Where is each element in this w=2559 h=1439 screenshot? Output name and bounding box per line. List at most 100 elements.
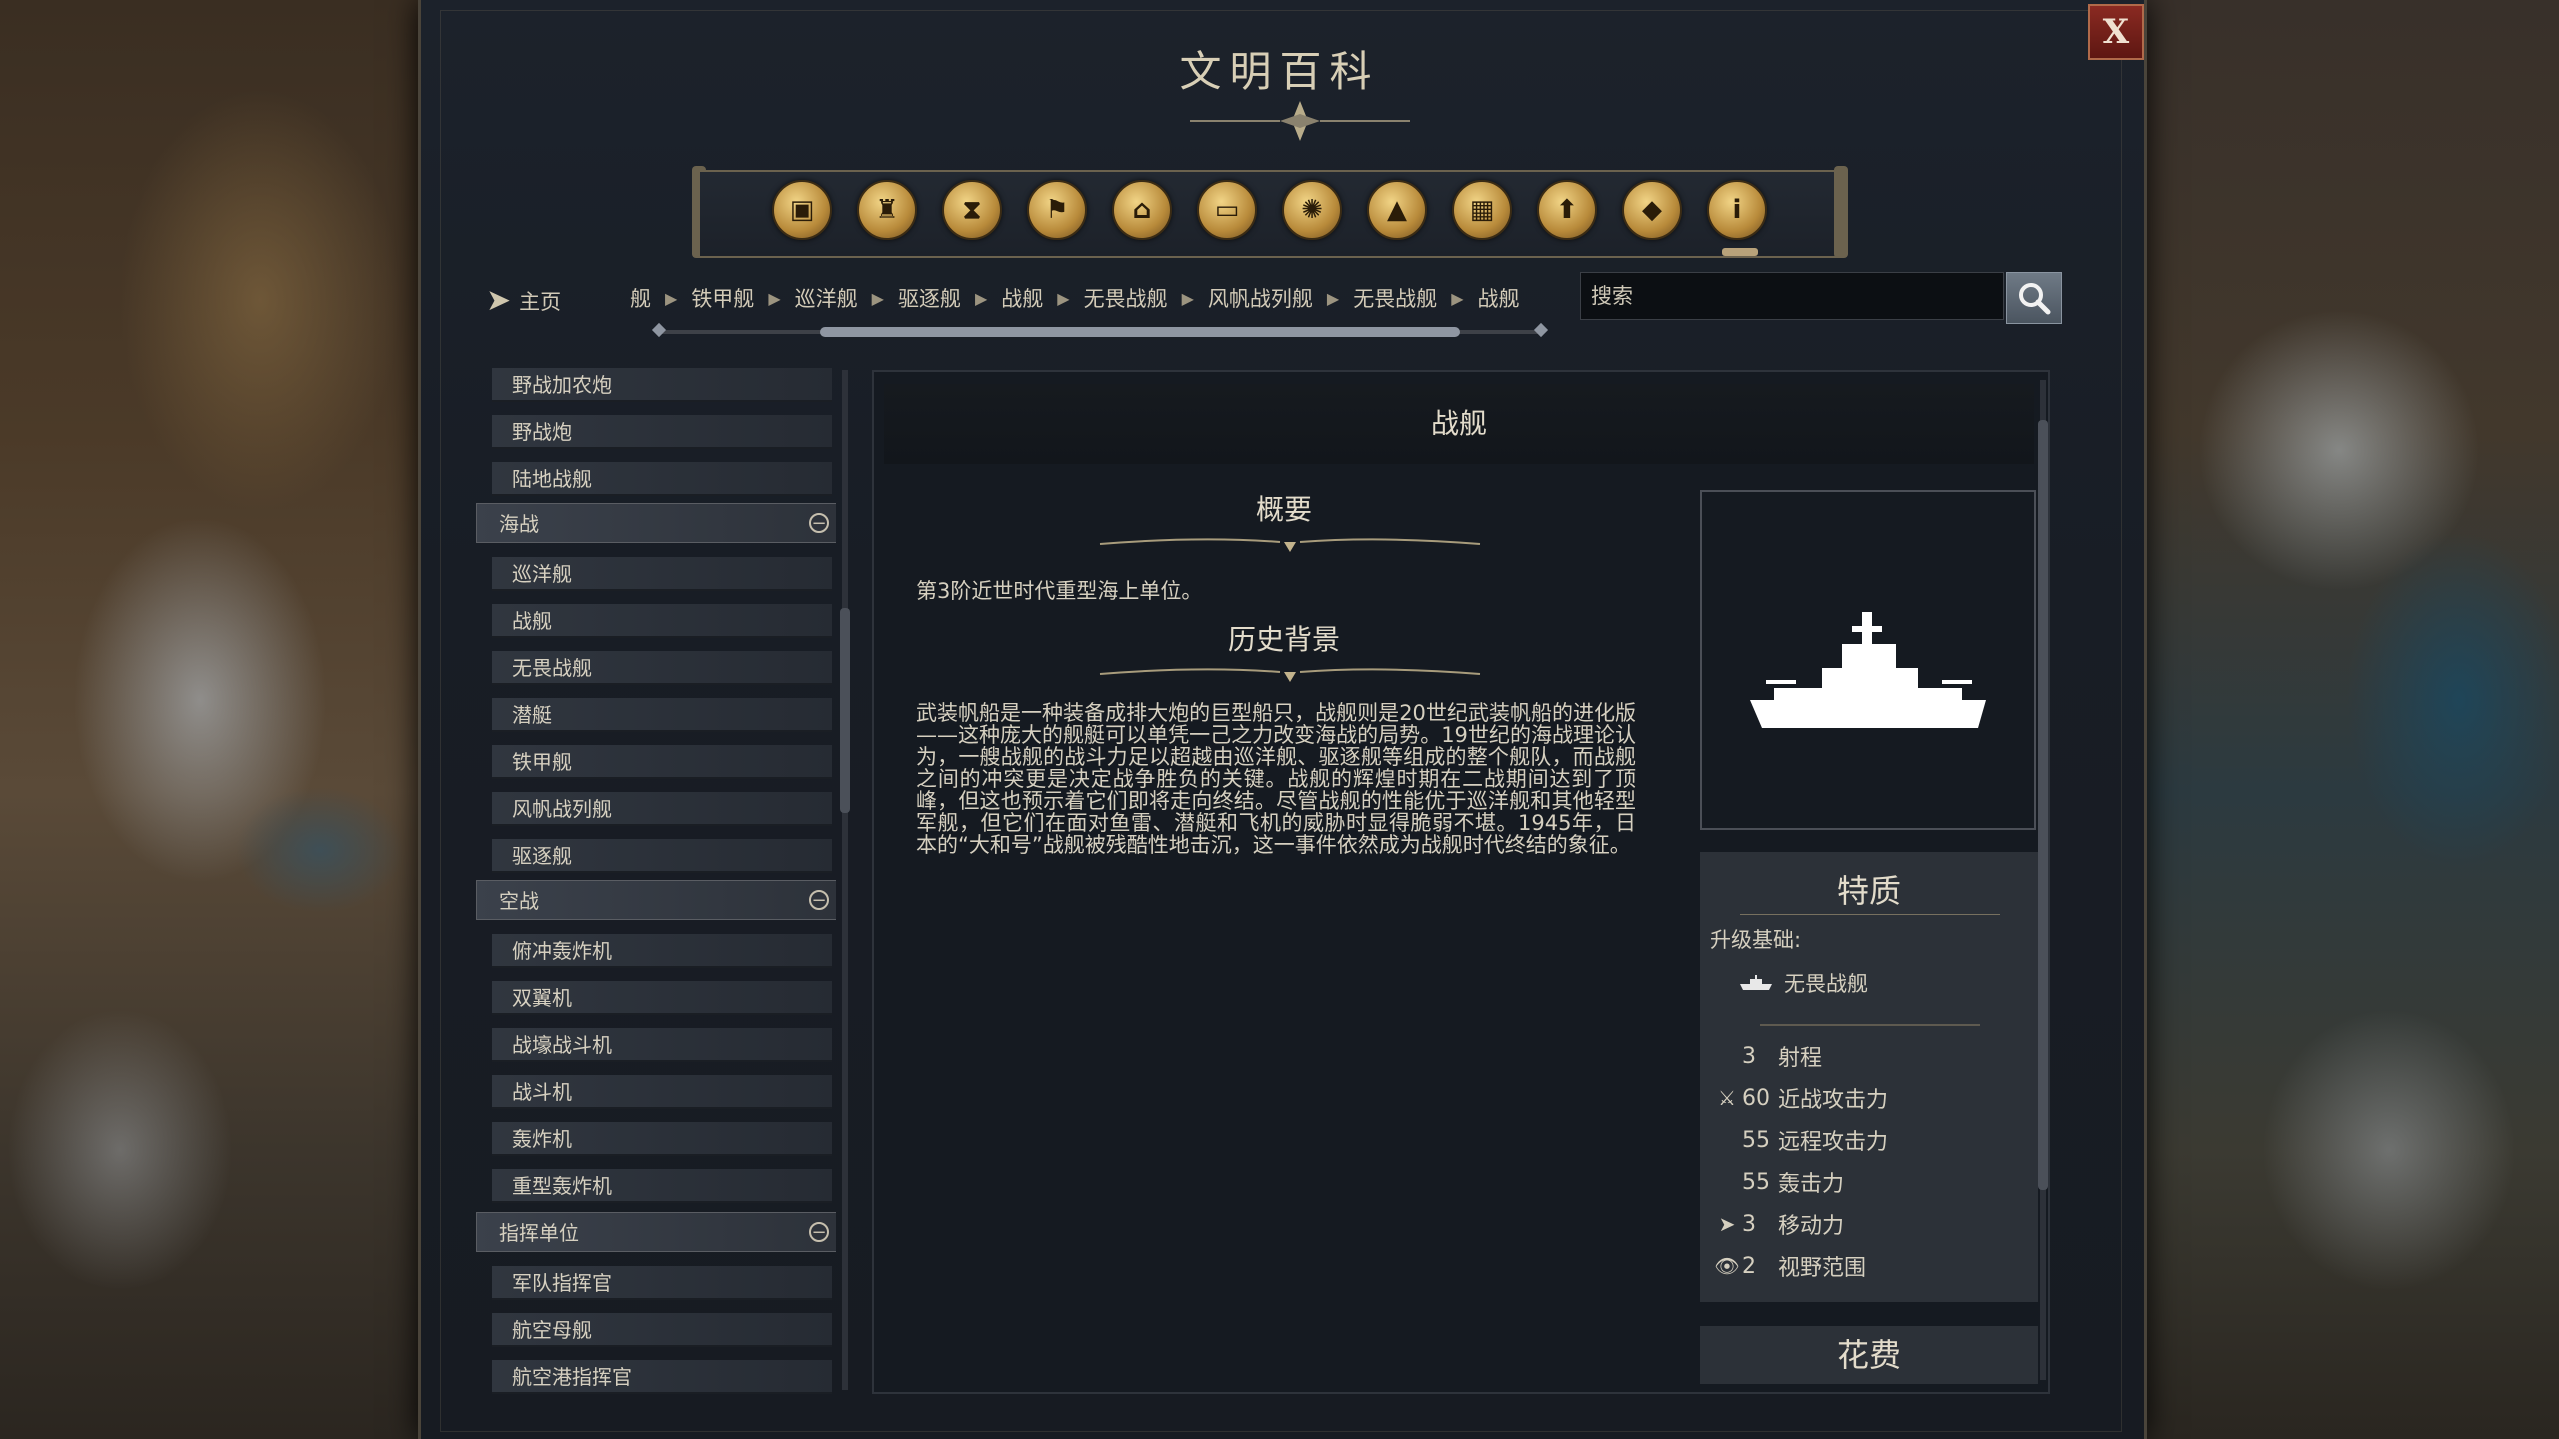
stat-label: 射程	[1778, 1046, 1823, 1071]
home-link[interactable]: ➤ 主页	[486, 283, 561, 318]
group-header-air[interactable]: 空战 −	[476, 880, 836, 920]
ship-icon	[1740, 975, 1772, 990]
breadcrumb-item[interactable]: 战舰	[1478, 283, 1520, 313]
info-icon[interactable]: i	[1707, 180, 1767, 240]
breadcrumb-item[interactable]: 战舰	[1001, 283, 1043, 313]
stat-movement: ➤ 3 移动力	[1712, 1208, 1844, 1240]
scroll-thumb[interactable]	[2038, 420, 2048, 1190]
stat-label: 轰击力	[1778, 1172, 1845, 1197]
chevron-right-icon: ▶	[974, 288, 988, 308]
divider	[1740, 914, 2000, 915]
search-icon	[2019, 283, 2051, 315]
breadcrumb-item[interactable]: 驱逐舰	[898, 283, 961, 313]
breadcrumb-item[interactable]: 无畏战舰	[1084, 283, 1168, 313]
article-title: 战舰	[884, 384, 2034, 464]
list-item[interactable]: 铁甲舰	[492, 745, 832, 779]
stat-value: 3	[1742, 1211, 1756, 1237]
stat-label: 近战攻击力	[1778, 1088, 1889, 1113]
catbar-right-cap	[1834, 166, 1848, 258]
chevron-right-icon: ▶	[1451, 288, 1464, 308]
terrain-icon[interactable]: ▲	[1367, 180, 1427, 240]
stat-label: 远程攻击力	[1778, 1130, 1889, 1155]
list-item[interactable]: 无畏战舰	[492, 651, 832, 685]
stat-label: 移动力	[1778, 1214, 1845, 1239]
units-icon[interactable]: ▣	[772, 180, 832, 240]
collapse-icon[interactable]: −	[809, 1222, 829, 1242]
list-item[interactable]: 潜艇	[492, 698, 832, 732]
chevron-right-icon: ▶	[1057, 288, 1070, 308]
resource-icon[interactable]: ◆	[1622, 180, 1682, 240]
scroll-thumb[interactable]	[820, 327, 1460, 337]
breadcrumb-item[interactable]: 巡洋舰	[795, 283, 858, 313]
list-item[interactable]: 重型轰炸机	[492, 1169, 832, 1203]
breadcrumb-item[interactable]: 舰	[630, 283, 651, 313]
list-item[interactable]: 战壕战斗机	[492, 1028, 832, 1062]
list-item[interactable]: 双翼机	[492, 981, 832, 1015]
list-item[interactable]: 陆地战舰	[492, 462, 832, 496]
upgrade-icon[interactable]: ⬆	[1537, 180, 1597, 240]
cost-title: 花费	[1700, 1326, 2038, 1384]
book-icon[interactable]: ▭	[1197, 180, 1257, 240]
chevron-right-icon: ▶	[1181, 288, 1194, 308]
stat-label: 视野范围	[1778, 1256, 1867, 1281]
group-label: 指挥单位	[499, 1221, 579, 1245]
list-item[interactable]: 风帆战列舰	[492, 792, 832, 826]
stat-value: 55	[1742, 1169, 1770, 1195]
list-item[interactable]: 轰炸机	[492, 1122, 832, 1156]
scroll-thumb[interactable]	[840, 608, 850, 813]
list-item[interactable]: 俯冲轰炸机	[492, 934, 832, 968]
stat-bombard: 55 轰击力	[1712, 1166, 1844, 1198]
search-button[interactable]	[2006, 272, 2062, 324]
chevron-right-icon: ▶	[871, 288, 884, 308]
upgrade-from-link[interactable]: 无畏战舰	[1738, 968, 1868, 998]
chevron-right-icon: ▶	[665, 288, 678, 308]
upgrade-from-label: 无畏战舰	[1784, 972, 1868, 996]
breadcrumb-item[interactable]: 无畏战舰	[1353, 283, 1437, 313]
collapse-icon[interactable]: −	[809, 890, 829, 910]
sidebar-scrollbar[interactable]	[840, 370, 850, 1390]
article-scrollbar[interactable]	[2038, 380, 2048, 1380]
movement-icon: ➤	[1718, 1212, 1736, 1236]
list-item[interactable]: 航空母舰	[492, 1313, 832, 1347]
stat-value: 3	[1742, 1043, 1756, 1069]
collapse-icon[interactable]: −	[809, 513, 829, 533]
cup-icon[interactable]: ♜	[857, 180, 917, 240]
list-item[interactable]: 野战炮	[492, 415, 832, 449]
group-label: 空战	[499, 889, 539, 913]
hourglass-icon[interactable]: ⧗	[942, 180, 1002, 240]
atom-icon[interactable]: ✺	[1282, 180, 1342, 240]
group-header-command[interactable]: 指挥单位 −	[476, 1212, 836, 1252]
building-icon[interactable]: ⌂	[1112, 180, 1172, 240]
list-item[interactable]: 航空港指挥官	[492, 1360, 832, 1394]
battleship-icon	[1750, 612, 1986, 728]
breadcrumb-item[interactable]: 风帆战列舰	[1208, 283, 1313, 313]
unit-portrait	[1700, 490, 2036, 830]
sidebar-list: 野战加农炮 野战炮 陆地战舰 海战 − 巡洋舰 战舰 无畏战舰 潜艇 铁甲舰 风…	[476, 368, 836, 1398]
chevron-right-icon: ▶	[768, 288, 781, 308]
list-item[interactable]: 巡洋舰	[492, 557, 832, 591]
list-item[interactable]: 军队指挥官	[492, 1266, 832, 1300]
back-arrow-icon: ➤	[486, 283, 512, 318]
title-ornament	[1190, 101, 1410, 141]
upgrade-label: 升级基础:	[1710, 928, 1802, 952]
stat-melee: ⚔ 60 近战攻击力	[1712, 1082, 1888, 1114]
breadcrumb: 舰 ▶ 铁甲舰 ▶ 巡洋舰 ▶ 驱逐舰 ▶ 战舰 ▶ 无畏战舰 ▶ 风帆战列舰 ▶ 无畏战舰 ▶…	[630, 283, 1560, 313]
melee-icon: ⚔	[1718, 1086, 1736, 1110]
chevron-right-icon: ▶	[1326, 288, 1340, 308]
list-item[interactable]: 战舰	[492, 604, 832, 638]
home-label: 主页	[519, 289, 562, 314]
breadcrumb-scrollbar[interactable]	[651, 322, 1549, 338]
group-header-naval[interactable]: 海战 −	[476, 503, 836, 543]
traits-panel: 特质 升级基础: 无畏战舰 3 射程 ⚔ 60 近战攻击力 55 远程攻击力 5…	[1700, 852, 2038, 1302]
list-item[interactable]: 驱逐舰	[492, 839, 832, 873]
traits-title: 特质	[1836, 872, 1901, 910]
stat-range: 3 射程	[1712, 1040, 1822, 1072]
search-input[interactable]	[1580, 272, 2004, 320]
breadcrumb-item[interactable]: 铁甲舰	[691, 283, 754, 313]
section-ornament	[1099, 668, 1481, 682]
flag-icon[interactable]: ⚑	[1027, 180, 1087, 240]
list-item[interactable]: 战斗机	[492, 1075, 832, 1109]
history-text: 武装帆船是一种装备成排大炮的巨型船只，战舰则是20世纪武装帆船的进化版——这种庞…	[916, 701, 1636, 857]
list-item[interactable]: 野战加农炮	[492, 368, 832, 402]
city-icon[interactable]: ▦	[1452, 180, 1512, 240]
